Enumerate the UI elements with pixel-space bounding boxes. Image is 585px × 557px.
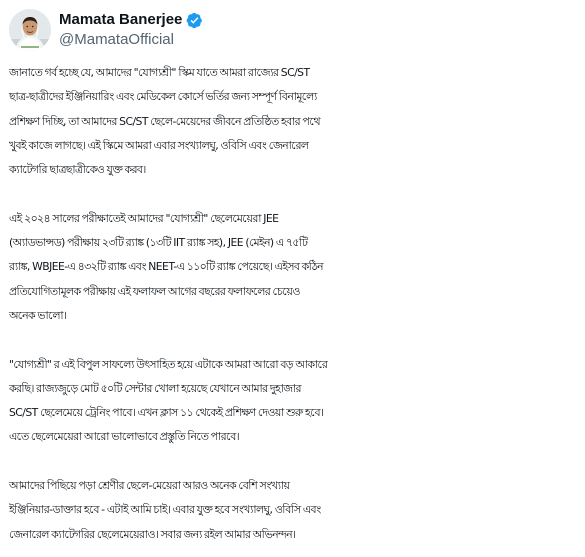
tweet-paragraph-4: আমাদের পিছিয়ে পড়া শ্রেণীর ছেলে-মেয়েরা… — [9, 474, 581, 547]
text-line: SC/ST ছেলেমেয়ে ট্রেনিং পাবে। এখন ক্লাস … — [9, 406, 324, 420]
profile-photo-icon — [9, 9, 51, 51]
tweet-header: Mamata Banerjee @MamataOfficial — [9, 9, 203, 51]
tweet-paragraph-2: এই ২০২৪ সালের পরীক্ষাতেই আমাদের "যোগ্যশ্… — [9, 207, 581, 328]
text-line: প্রশিক্ষণ দিচ্ছি, তা আমাদের SC/ST ছেলে-ম… — [9, 114, 321, 128]
name-row: Mamata Banerjee — [59, 10, 203, 30]
text-line: র‍্যাঙ্ক, WBJEE-এ ৪৩২টি র‍্যাঙ্ক এবং NEE… — [9, 260, 323, 274]
tweet-text: জানাতে গর্ব হচ্ছে যে, আমাদের "যোগ্যশ্রী"… — [9, 61, 581, 547]
tweet-paragraph-1: জানাতে গর্ব হচ্ছে যে, আমাদের "যোগ্যশ্রী"… — [9, 61, 581, 182]
text-line: খুবই কাজে লাগছে। এই স্কিমে আমরা এবার সংখ… — [9, 138, 309, 152]
avatar[interactable] — [9, 9, 51, 51]
tweet-card: Mamata Banerjee @MamataOfficial জানাতে গ… — [0, 0, 585, 557]
text-line: ছাত্র-ছাত্রীদের ইঞ্জিনিয়ারিং এবং মেডিকে… — [9, 90, 317, 104]
user-info: Mamata Banerjee @MamataOfficial — [59, 10, 203, 50]
user-handle[interactable]: @MamataOfficial — [59, 30, 203, 50]
text-line: "যোগ্যশ্রী" র এই বিপুল সাফল্যে উৎসাহিত হ… — [9, 357, 328, 371]
text-line: (অ্যাডভান্সড) পরীক্ষায় ২৩টি র‍্যাঙ্ক (১… — [9, 236, 308, 250]
tweet-paragraph-3: "যোগ্যশ্রী" র এই বিপুল সাফল্যে উৎসাহিত হ… — [9, 353, 581, 450]
text-line: ক্যাটেগরি ছাত্রছাত্রীকেও যুক্ত করব। — [9, 163, 146, 177]
text-line: জানাতে গর্ব হচ্ছে যে, আমাদের "যোগ্যশ্রী"… — [9, 66, 310, 79]
verified-badge-icon — [186, 12, 203, 29]
text-line: অনেক ভালো। — [9, 308, 67, 322]
text-line: এই ২০২৪ সালের পরীক্ষাতেই আমাদের "যোগ্যশ্… — [9, 211, 279, 225]
text-line: জেনারেল ক্যাটেগরির ছেলেমেয়েরাও। সবার জন… — [9, 527, 296, 541]
text-line: এতে ছেলেমেয়েরা আরো ভালোভাবে প্রস্তুতি ন… — [9, 430, 240, 444]
display-name[interactable]: Mamata Banerjee — [59, 10, 182, 30]
text-line: ইঞ্জিনিয়ার-ডাক্তার হবে - এটাই আমি চাই। … — [9, 503, 321, 517]
text-line: আমাদের পিছিয়ে পড়া শ্রেণীর ছেলে-মেয়েরা… — [9, 479, 290, 493]
text-line: করছি। রাজ্যজুড়ে মোট ৫০টি সেন্টার খোলা হ… — [9, 381, 301, 395]
text-line: প্রতিযোগিতামূলক পরীক্ষায় এই ফলাফল আগের … — [9, 284, 300, 298]
